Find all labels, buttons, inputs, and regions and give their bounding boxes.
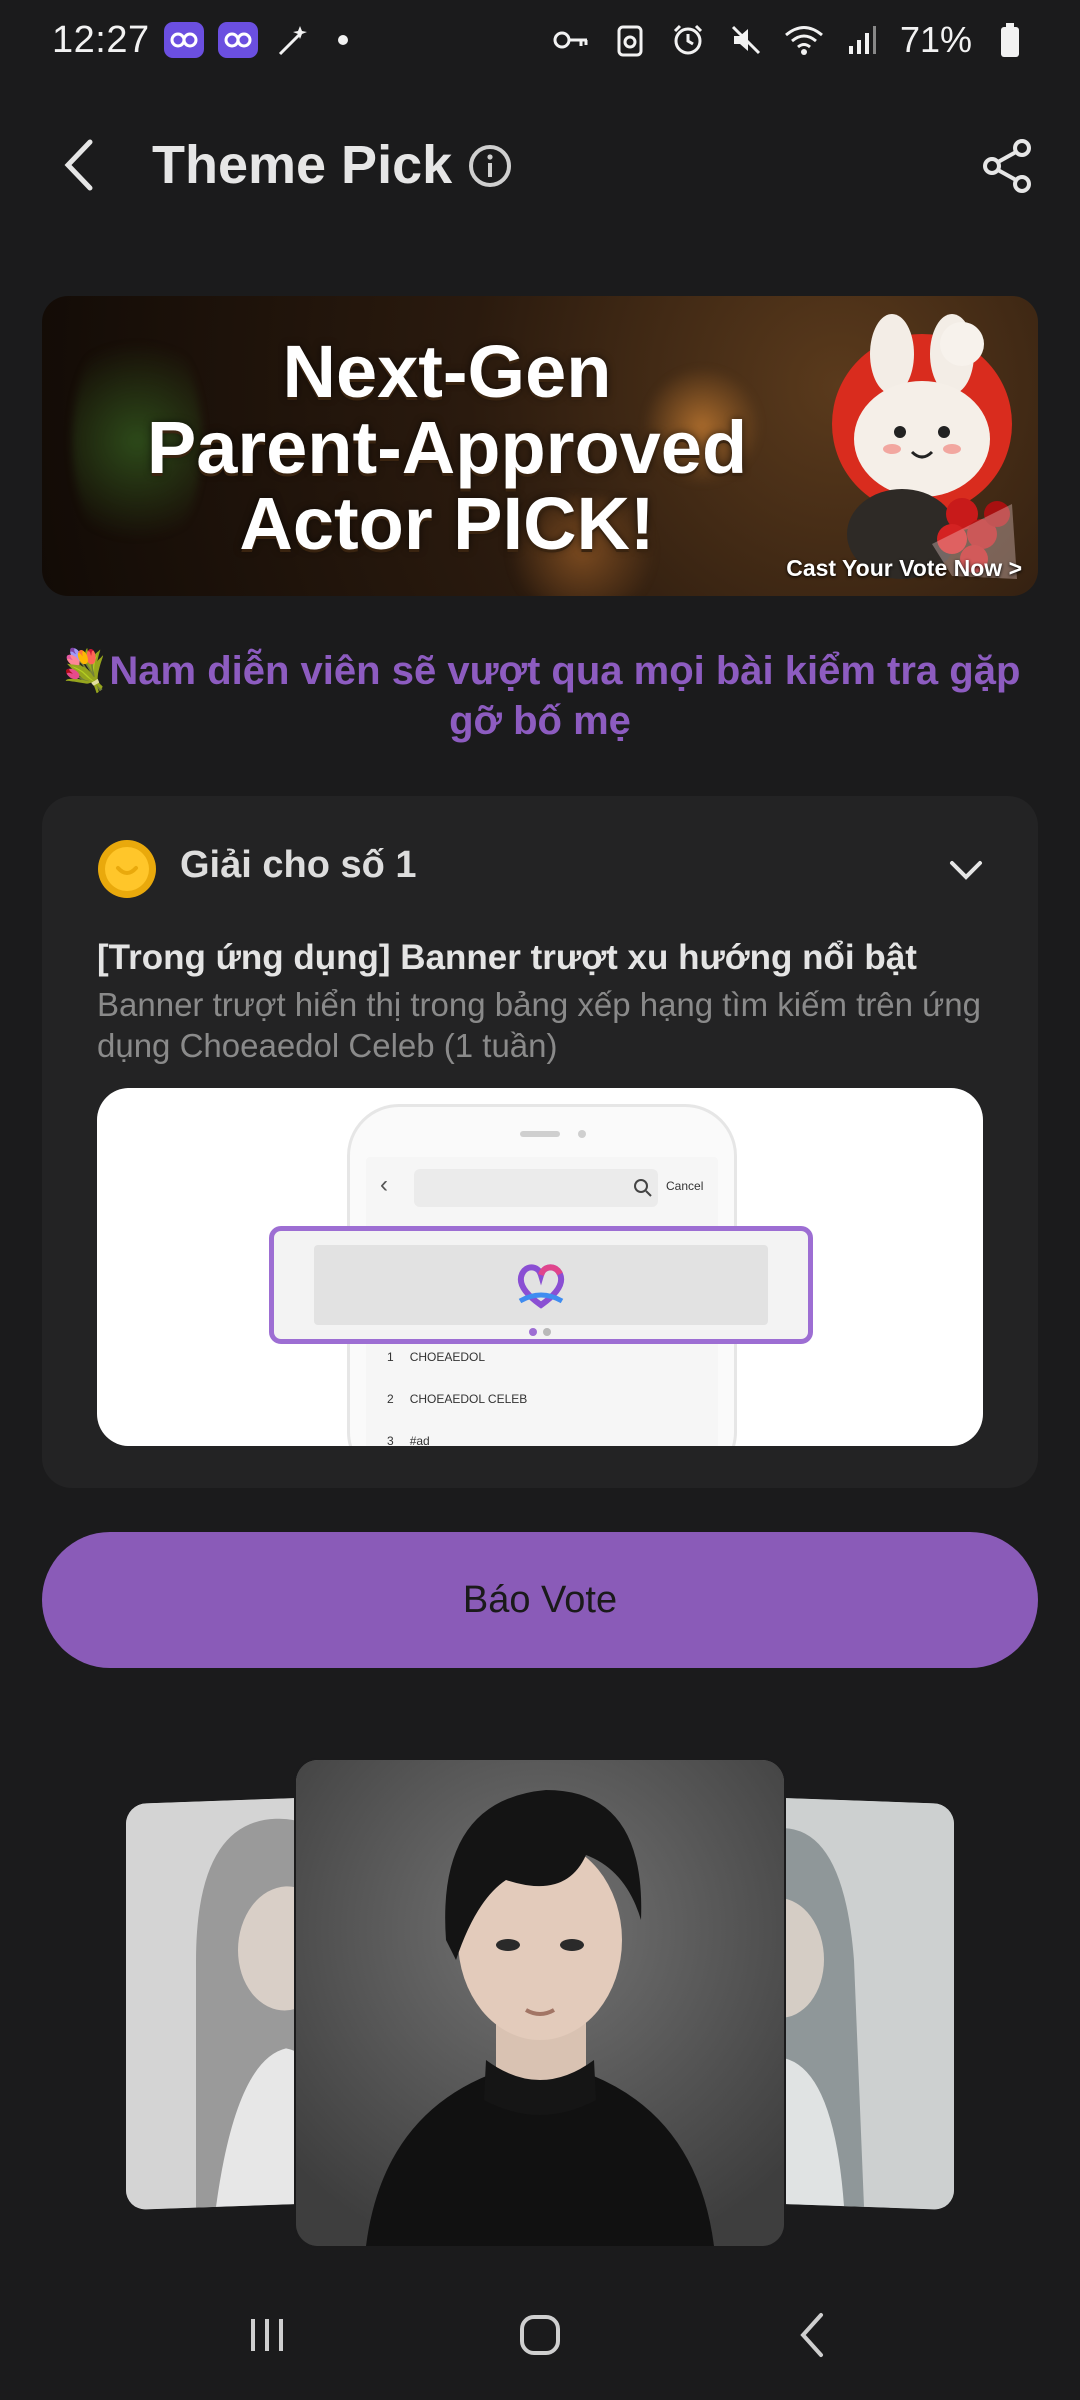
banner-title-line2: Parent-Approved: [146, 406, 748, 489]
candidate-card-current[interactable]: [296, 1760, 784, 2246]
expand-button[interactable]: [944, 848, 988, 892]
prize-preview-image: ‹ Cancel 1 CHOEAEDOL 2 CHOEAEDOL CELEB 3…: [97, 1088, 983, 1446]
mute-icon: [726, 20, 766, 60]
signal-icon: [842, 20, 882, 60]
battery-percent: 71%: [899, 19, 972, 60]
status-bar: 12:27 71%: [0, 0, 1080, 80]
app-notification-icon-2: [217, 22, 258, 58]
battery-icon: [990, 20, 1030, 60]
banner-title-line3: Actor PICK!: [239, 482, 655, 565]
app-header: Theme Pick: [0, 110, 1080, 220]
rabbit-mascot-image: [832, 314, 1017, 579]
candidate-photo-current: [296, 1760, 784, 2246]
slide-dot: [543, 1328, 551, 1336]
slide-banner-highlight: [269, 1226, 813, 1344]
chevron-left-icon: [64, 139, 93, 191]
prize-name: [Trong ứng dụng] Banner trượt xu hướng n…: [97, 938, 917, 977]
bouquet-emoji: 💐: [59, 649, 110, 693]
banner-title: Next-Gen Parent-Approved Actor PICK!: [82, 334, 812, 562]
mockup-search-bar: [414, 1169, 658, 1207]
recent-apps-button[interactable]: [232, 2300, 302, 2370]
home-button[interactable]: [505, 2300, 575, 2370]
page-title: Theme Pick: [152, 135, 453, 195]
mockup-rank-row: 3 #ad: [387, 1434, 430, 1446]
back-button[interactable]: [50, 135, 110, 195]
system-nav-bar: [0, 2280, 1080, 2390]
home-icon: [519, 2315, 560, 2355]
banner-cta[interactable]: Cast Your Vote Now >: [786, 555, 1022, 582]
status-right: 71%: [552, 19, 1030, 61]
event-banner[interactable]: Next-Gen Parent-Approved Actor PICK! Cas…: [42, 296, 1038, 596]
slide-banner: [314, 1245, 768, 1325]
rank-text: CHOEAEDOL: [409, 1350, 486, 1364]
status-left: 12:27: [52, 19, 348, 62]
info-icon[interactable]: [468, 144, 512, 188]
prize-description: Banner trượt hiển thị trong bảng xếp hạn…: [97, 986, 981, 1064]
vote-button[interactable]: Báo Vote: [42, 1532, 1038, 1668]
app-notification-icon: [163, 22, 204, 58]
banner-title-line1: Next-Gen: [282, 330, 612, 413]
recent-apps-icon: [250, 2319, 283, 2351]
prize-label: Giải cho số 1: [180, 844, 417, 886]
slide-dot-active: [529, 1328, 537, 1336]
back-arrow-icon: [800, 2313, 824, 2357]
rank-number: 1: [387, 1350, 394, 1364]
theme-title: 💐Nam diễn viên sẽ vượt qua mọi bài kiểm …: [40, 646, 1040, 746]
mockup-cancel: Cancel: [666, 1179, 704, 1193]
recycle-icon: [610, 20, 650, 60]
mockup-back-icon: ‹: [380, 1171, 388, 1198]
rank-text: CHOEAEDOL CELEB: [409, 1392, 528, 1406]
heart-logo-icon: [517, 1264, 565, 1309]
rank-number: 3: [387, 1434, 394, 1446]
rank-text: #ad: [409, 1434, 430, 1446]
mockup-rank-row: 2 CHOEAEDOL CELEB: [387, 1392, 527, 1406]
theme-title-text: Nam diễn viên sẽ vượt qua mọi bài kiểm t…: [109, 649, 1021, 743]
prize-card[interactable]: Giải cho số 1 [Trong ứng dụng] Banner tr…: [42, 796, 1038, 1488]
phone-camera: [578, 1130, 586, 1138]
mockup-rank-row: 1 CHOEAEDOL: [387, 1350, 485, 1364]
rank-number: 2: [387, 1392, 394, 1406]
coin-icon: [96, 838, 158, 900]
share-icon: [983, 139, 1031, 193]
search-icon: [634, 1179, 652, 1197]
notification-dot: [337, 35, 348, 45]
magic-wand-icon: [272, 20, 312, 60]
slide-indicator: [529, 1328, 551, 1336]
system-back-button[interactable]: [778, 2300, 848, 2370]
status-time: 12:27: [52, 18, 150, 61]
alarm-icon: [668, 20, 708, 60]
chevron-down-icon: [950, 861, 982, 880]
phone-speaker: [520, 1131, 560, 1137]
key-icon: [552, 20, 592, 60]
share-button[interactable]: [978, 136, 1038, 196]
wifi-icon: [784, 20, 824, 60]
